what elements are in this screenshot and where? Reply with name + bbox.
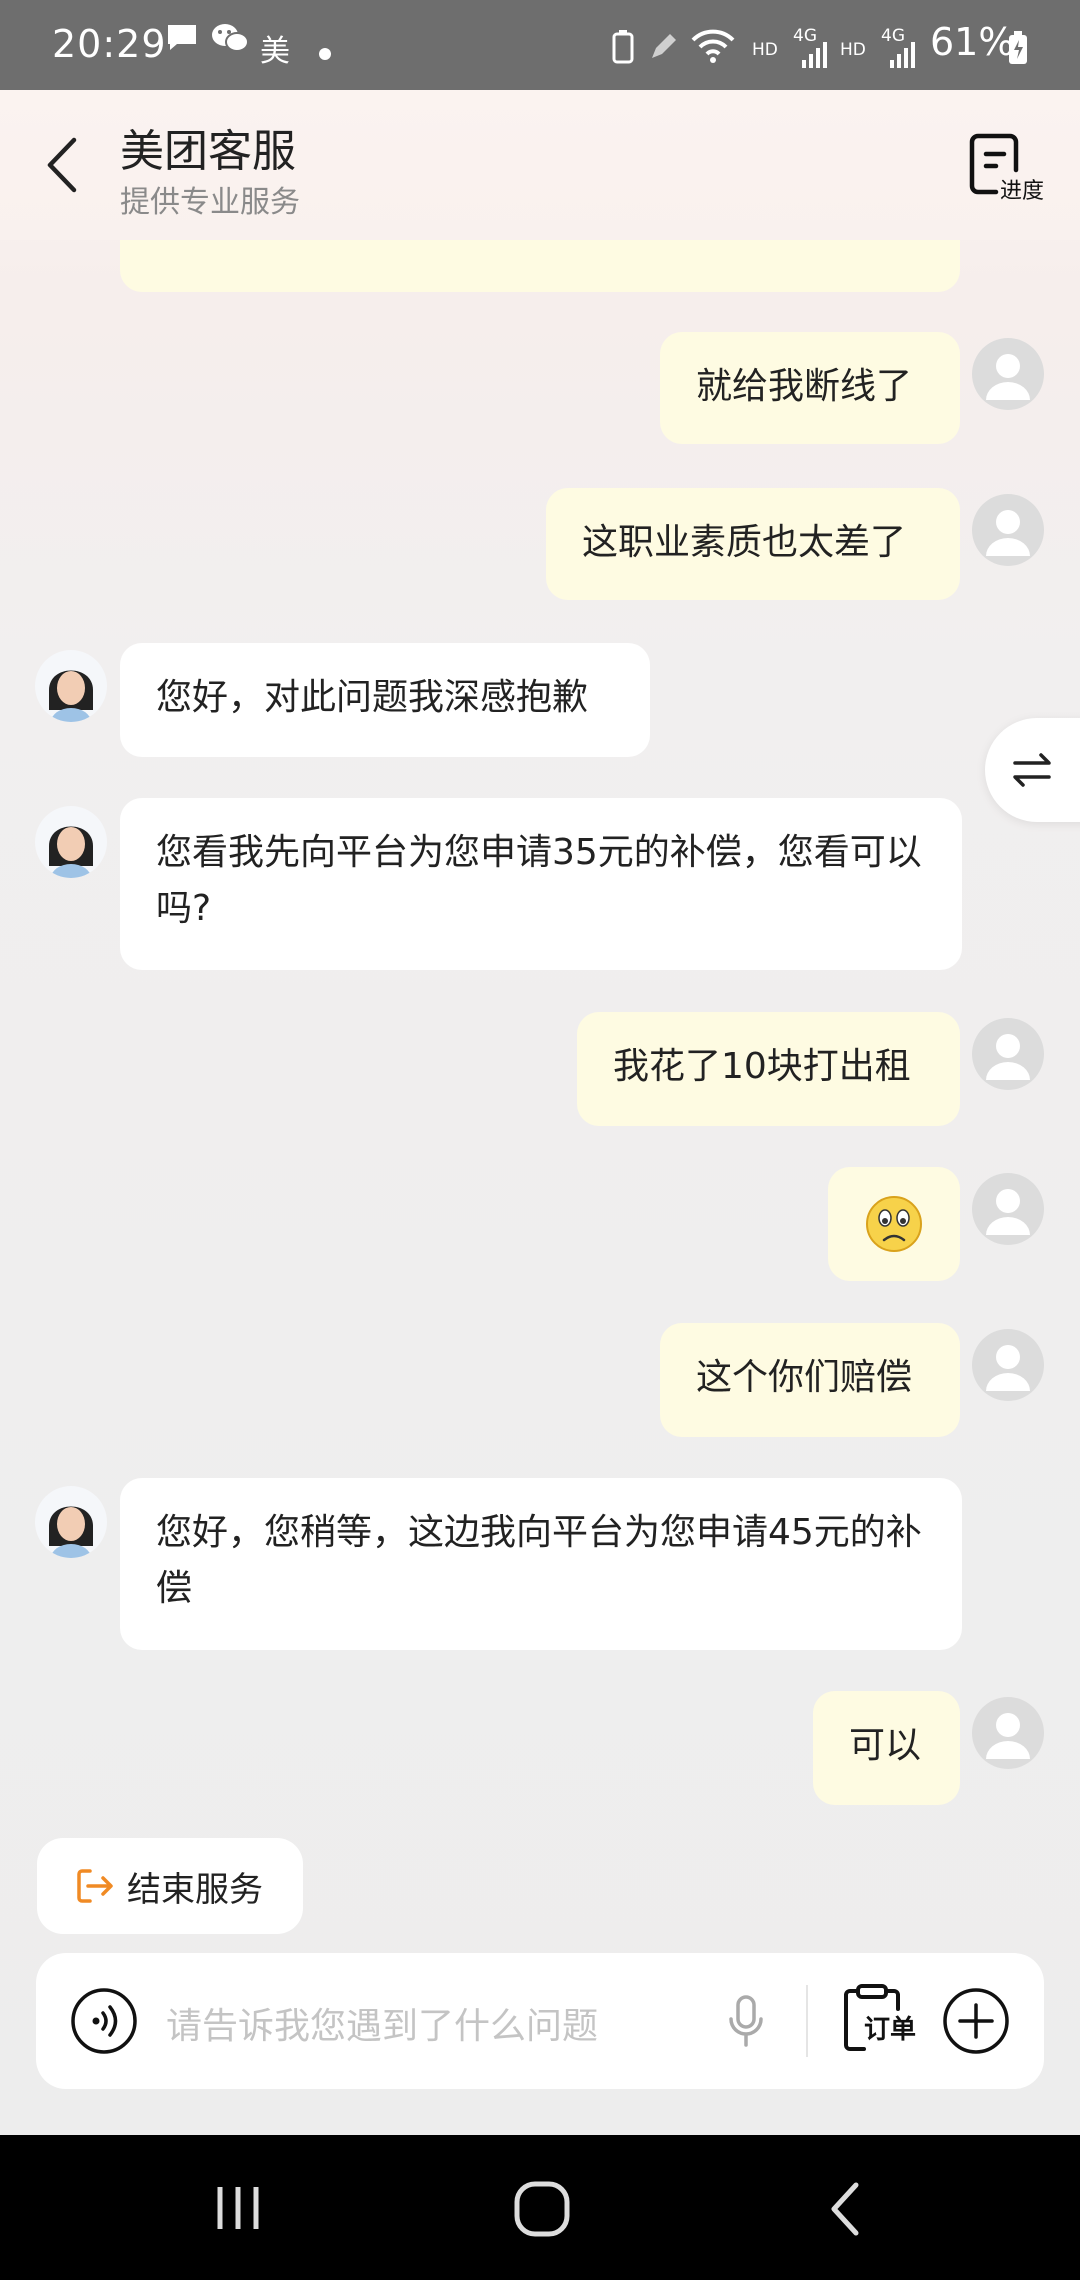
swap-arrows-icon xyxy=(1013,753,1051,787)
switch-button[interactable] xyxy=(985,718,1080,822)
user-avatar[interactable] xyxy=(972,1329,1044,1401)
microphone-icon xyxy=(729,1995,763,2047)
voice-wave-icon xyxy=(71,1988,137,2054)
message-text: 这个你们赔偿 xyxy=(696,1357,913,1398)
exit-icon xyxy=(77,1869,113,1903)
message-bubble-user: 就给我断线了 xyxy=(660,332,960,444)
end-service-button[interactable]: 结束服务 xyxy=(37,1838,303,1934)
message-text: 您好，您稍等，这边我向平台为您申请45元的补偿 xyxy=(156,1512,922,1609)
signal-icon-1 xyxy=(800,40,830,78)
battery-saver-icon xyxy=(612,30,634,72)
user-avatar-icon xyxy=(986,1345,1030,1391)
end-service-label: 结束服务 xyxy=(127,1870,263,1910)
page-subtitle-text: 提供专业服务 xyxy=(120,185,300,220)
pen-icon xyxy=(648,32,678,70)
input-bar: 请告诉我您遇到了什么问题 订单 xyxy=(36,1953,1044,2089)
back-chevron-icon xyxy=(831,2182,859,2236)
recent-apps-button[interactable] xyxy=(210,2183,270,2233)
hd-label-2: HD xyxy=(840,40,866,60)
message-text: 我花了10块打出租 xyxy=(613,1046,911,1087)
agent-avatar[interactable] xyxy=(35,650,107,722)
user-avatar-icon xyxy=(986,1034,1030,1080)
message-bubble-user-emoji xyxy=(828,1167,960,1281)
status-time: 20:29 xyxy=(52,22,167,66)
message-bubble-user: 我花了10块打出租 xyxy=(577,1012,960,1126)
system-back-button[interactable] xyxy=(820,2179,870,2239)
home-icon xyxy=(514,2181,570,2237)
hd-label-1: HD xyxy=(752,40,778,60)
page-title-text: 美团客服 xyxy=(120,126,296,177)
message-bubble-user: 这职业素质也太差了 xyxy=(546,488,960,600)
user-avatar-icon xyxy=(986,1189,1030,1235)
order-label: 订单 xyxy=(864,2015,917,2045)
user-avatar[interactable] xyxy=(972,1018,1044,1090)
agent-avatar-icon xyxy=(49,826,93,878)
agent-avatar-icon xyxy=(49,670,93,722)
input-divider xyxy=(806,1985,808,2057)
user-avatar-icon xyxy=(986,510,1030,556)
message-input[interactable]: 请告诉我您遇到了什么问题 xyxy=(166,1997,598,2049)
recent-apps-icon xyxy=(217,2187,259,2229)
message-bubble-user: 可以 xyxy=(813,1691,960,1805)
voice-mode-button[interactable] xyxy=(70,1987,138,2055)
status-bar: 20:29 美 HD 4G HD 4G 61% xyxy=(0,0,1080,90)
user-avatar-icon xyxy=(986,1713,1030,1759)
message-bubble-user: 这个你们赔偿 xyxy=(660,1323,960,1437)
battery-percent: 61% xyxy=(930,20,1015,64)
dot-icon xyxy=(318,34,332,69)
user-avatar[interactable] xyxy=(972,338,1044,410)
message-bubble-agent: 您看我先向平台为您申请35元的补偿，您看可以吗? xyxy=(120,798,962,970)
back-arrow-icon xyxy=(47,137,77,193)
battery-icon xyxy=(1006,30,1030,74)
plus-circle-icon xyxy=(943,1988,1009,2054)
wechat-icon xyxy=(210,22,250,62)
agent-avatar[interactable] xyxy=(35,1486,107,1558)
message-bubble-agent: 您好，您稍等，这边我向平台为您申请45元的补偿 xyxy=(120,1478,962,1650)
user-avatar[interactable] xyxy=(972,1173,1044,1245)
user-avatar-icon xyxy=(986,354,1030,400)
agent-avatar[interactable] xyxy=(35,806,107,878)
worried-face-icon xyxy=(866,1196,922,1252)
add-button[interactable] xyxy=(942,1987,1010,2055)
user-avatar[interactable] xyxy=(972,1697,1044,1769)
wifi-icon xyxy=(690,28,736,72)
message-text: 这职业素质也太差了 xyxy=(582,522,907,563)
navigation-bar xyxy=(0,2135,1080,2280)
message-text: 就给我断线了 xyxy=(696,366,913,407)
agent-avatar-icon xyxy=(49,1506,93,1558)
signal-icon-2 xyxy=(888,40,918,78)
message-notification-icon xyxy=(165,22,199,60)
microphone-button[interactable] xyxy=(726,1993,766,2049)
message-bubble-agent: 您好，对此问题我深感抱歉 xyxy=(120,643,650,757)
meituan-notification-label: 美 xyxy=(260,34,290,69)
message-text: 可以 xyxy=(849,1725,922,1766)
home-button[interactable] xyxy=(512,2179,572,2239)
message-text: 您好，对此问题我深感抱歉 xyxy=(156,677,589,718)
back-button-overlay[interactable] xyxy=(38,130,88,200)
progress-label-text: 进度 xyxy=(1000,179,1045,204)
message-text: 您看我先向平台为您申请35元的补偿，您看可以吗? xyxy=(156,832,922,929)
user-avatar[interactable] xyxy=(972,494,1044,566)
